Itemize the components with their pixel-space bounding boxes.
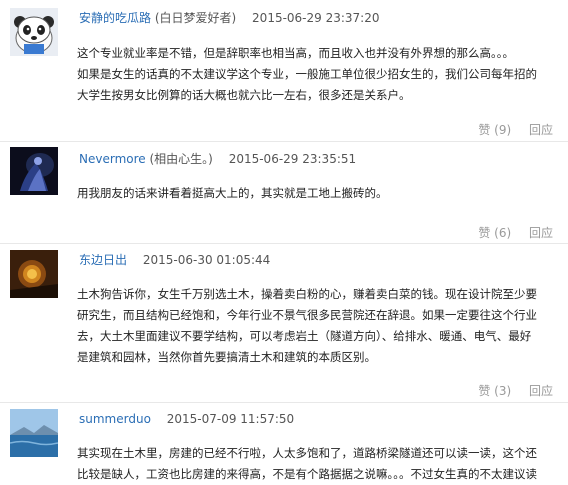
comment-line: 是建筑和园林，当然你首先要搞清土木和建筑的本质区别。 (77, 350, 376, 364)
comment-item: 东边日出 2015-06-30 01:05:44 土木狗告诉你，女生千万别选土木… (0, 244, 568, 406)
avatar-dark-figure-image (10, 147, 58, 195)
comment-item: 安静的吃瓜路 (白日梦爱好者) 2015-06-29 23:37:20 这个专业… (0, 0, 568, 150)
comment-line: 大学生按男女比例算的话大概也就六比一左右，很多还是关系户。 (77, 88, 411, 102)
comment-actions: 赞 (3) 回应 (478, 383, 553, 399)
avatar[interactable] (10, 147, 58, 195)
comment-actions: 赞 (6) 回应 (478, 225, 553, 241)
reply-button[interactable]: 回应 (529, 384, 553, 398)
comment-body: 土木狗告诉你，女生千万别选土木，操着卖白粉的心，赚着卖白菜的钱。现在设计院至少要… (77, 284, 562, 368)
comment-item: Nevermore (相由心生。) 2015-06-29 23:35:51 用我… (0, 142, 568, 244)
reply-button[interactable]: 回应 (529, 226, 553, 240)
username-link[interactable]: summerduo (79, 412, 151, 426)
comment-header: Nevermore (相由心生。) 2015-06-29 23:35:51 (79, 151, 356, 167)
avatar-panda-image (10, 8, 58, 56)
comment-time: 2015-06-30 01:05:44 (142, 253, 271, 267)
comment-line: 如果是女生的话真的不太建议学这个专业，一般施工单位很少招女生的，我们公司每年招的 (77, 67, 537, 81)
like-button[interactable]: 赞 (3) (478, 384, 511, 398)
avatar-sea-image (10, 409, 58, 457)
like-button[interactable]: 赞 (9) (478, 123, 511, 137)
comment-line: 去，大土木里面建议不要学结构，可以考虑岩土（隧道方向）、给排水、暖通、电气、最好 (77, 329, 532, 343)
comment-line: 这个专业就业率是不错，但是辞职率也相当高，而且收入也并没有外界想的那么高。。。 (77, 46, 514, 60)
username-link[interactable]: Nevermore (79, 152, 146, 166)
avatar[interactable] (10, 250, 58, 298)
comment-body: 用我朋友的话来讲看着挺高大上的，其实就是工地上搬砖的。 (77, 183, 562, 204)
username-link[interactable]: 安静的吃瓜路 (79, 11, 151, 25)
avatar[interactable] (10, 409, 58, 457)
comment-line: 土木狗告诉你，女生千万别选土木，操着卖白粉的心，赚着卖白菜的钱。现在设计院至少要 (77, 287, 537, 301)
comment-line: 用我朋友的话来讲看着挺高大上的，其实就是工地上搬砖的。 (77, 186, 388, 200)
like-button[interactable]: 赞 (6) (478, 226, 511, 240)
user-role: (白日梦爱好者) (154, 11, 237, 25)
comment-item: summerduo 2015-07-09 11:57:50 其实现在土木里，房建… (0, 403, 568, 481)
reply-button[interactable]: 回应 (529, 123, 553, 137)
comment-time: 2015-06-29 23:37:20 (252, 11, 380, 25)
comment-body: 其实现在土木里，房建的已经不行啦，人太多饱和了，道路桥梁隧道还可以读一读，这个还… (77, 443, 562, 485)
comment-line: 其实现在土木里，房建的已经不行啦，人太多饱和了，道路桥梁隧道还可以读一读，这个还 (77, 446, 537, 460)
comment-line: 研究生，而且结构已经饱和，今年行业不景气很多民营院还在辞退。如果一定要往这个行业 (77, 308, 537, 322)
comment-header: 安静的吃瓜路 (白日梦爱好者) 2015-06-29 23:37:20 (79, 10, 380, 26)
comment-time: 2015-07-09 11:57:50 (166, 412, 295, 426)
comment-header: 东边日出 2015-06-30 01:05:44 (79, 252, 270, 268)
avatar[interactable] (10, 8, 58, 56)
user-role: (相由心生。) (149, 152, 213, 166)
comment-time: 2015-06-29 23:35:51 (228, 152, 357, 166)
comment-actions: 赞 (9) 回应 (478, 122, 553, 138)
comment-body: 这个专业就业率是不错，但是辞职率也相当高，而且收入也并没有外界想的那么高。。。 … (77, 43, 562, 106)
username-link[interactable]: 东边日出 (79, 253, 127, 267)
avatar-sunrise-image (10, 250, 58, 298)
comment-header: summerduo 2015-07-09 11:57:50 (79, 411, 294, 427)
